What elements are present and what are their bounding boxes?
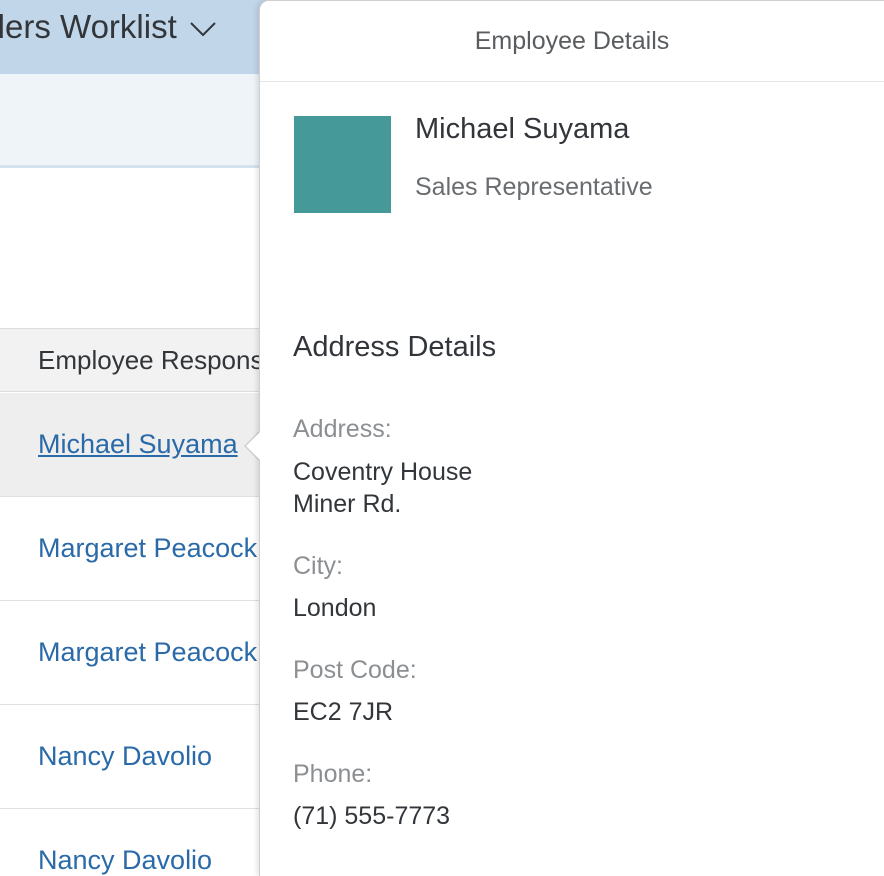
city-value: London: [293, 594, 377, 622]
app-title: Orders Worklist: [0, 8, 177, 45]
section-title: Address Details: [293, 331, 497, 363]
employee-link[interactable]: Nancy Davolio: [38, 741, 212, 772]
address-line1: Coventry House: [293, 458, 473, 486]
city-label: City:: [293, 552, 343, 580]
address-label: Address:: [293, 415, 392, 443]
employee-name: Michael Suyama: [415, 113, 630, 145]
phone-value[interactable]: (71) 555-7773: [293, 800, 450, 832]
employee-details-popover: Employee Details Michael Suyama Sales Re…: [259, 0, 884, 876]
employee-role: Sales Representative: [415, 173, 653, 201]
employee-link[interactable]: Michael Suyama: [38, 429, 238, 460]
app-title-button[interactable]: Orders Worklist: [0, 2, 227, 52]
postcode-value: EC2 7JR: [293, 698, 394, 726]
address-line2: Miner Rd.: [293, 490, 402, 518]
popover-arrow-fill: [246, 432, 260, 460]
employee-link[interactable]: Margaret Peacock: [38, 533, 257, 564]
page: Orders Worklist Employee Responsible Mic…: [0, 0, 884, 876]
employee-link[interactable]: Margaret Peacock: [38, 637, 257, 668]
phone-label: Phone:: [293, 760, 373, 788]
avatar: [294, 116, 391, 213]
popover-title: Employee Details: [474, 26, 670, 55]
chevron-down-icon: [190, 22, 216, 37]
postcode-label: Post Code:: [293, 656, 417, 684]
employee-link[interactable]: Nancy Davolio: [38, 845, 212, 876]
popover-header: Employee Details: [260, 1, 884, 82]
